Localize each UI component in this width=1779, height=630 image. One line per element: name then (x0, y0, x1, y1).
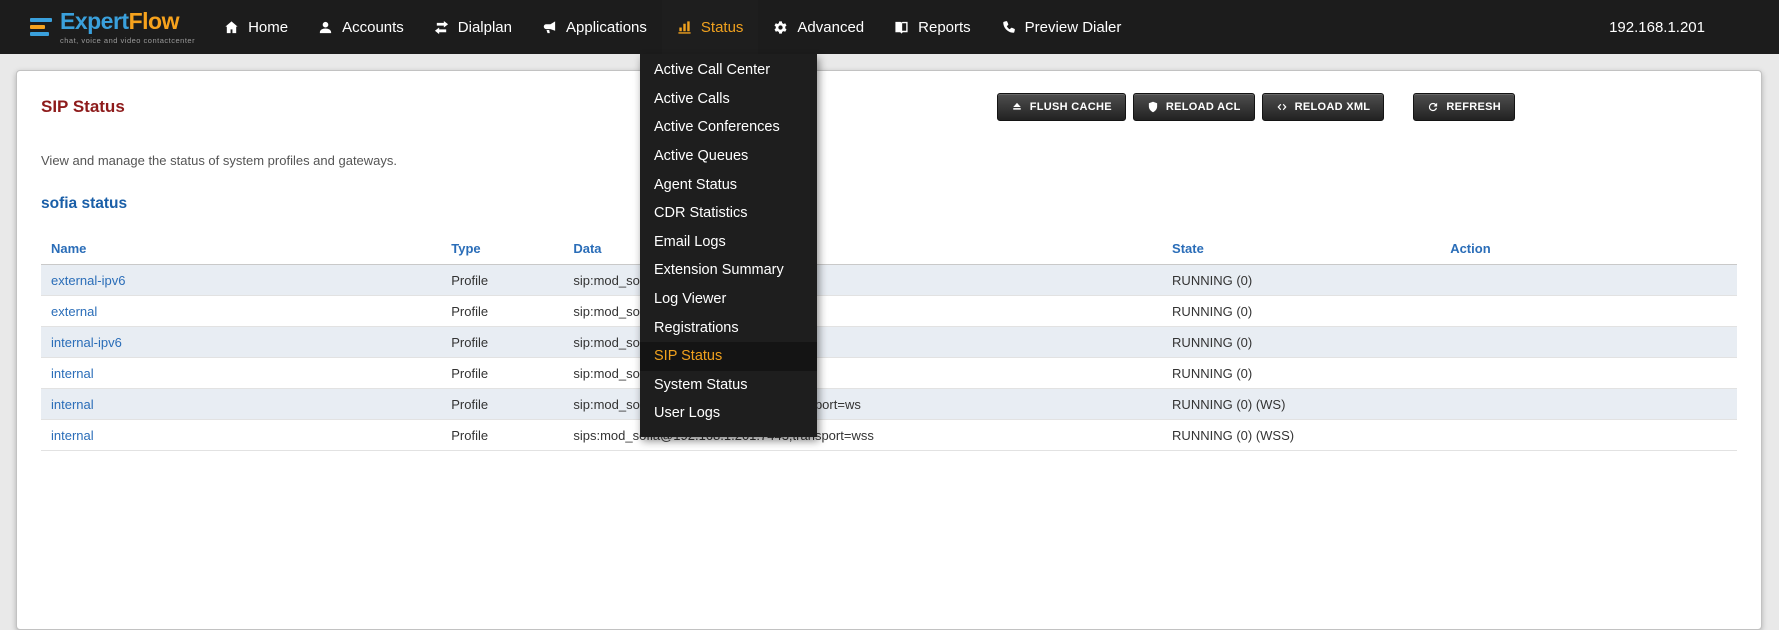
nav-item-applications[interactable]: Applications (527, 0, 662, 54)
nav-item-label: Status (701, 19, 744, 36)
state-cell: RUNNING (0) (WS) (1162, 389, 1440, 420)
profile-link[interactable]: internal (51, 428, 94, 443)
state-cell: RUNNING (0) (1162, 296, 1440, 327)
status-dropdown-menu: Active Call Center Active Calls Active C… (640, 54, 817, 437)
type-cell: Profile (441, 296, 563, 327)
menu-item-registrations[interactable]: Registrations (640, 313, 817, 342)
state-cell: RUNNING (0) (WSS) (1162, 420, 1440, 451)
flush-cache-label: FLUSH CACHE (1030, 101, 1112, 113)
nav-item-accounts[interactable]: Accounts (303, 0, 419, 54)
user-icon (318, 20, 333, 35)
menu-item-active-queues[interactable]: Active Queues (640, 142, 817, 171)
menu-item-agent-status[interactable]: Agent Status (640, 170, 817, 199)
refresh-button[interactable]: REFRESH (1413, 93, 1515, 121)
sofia-status-table: Name Type Data State Action external-ipv… (41, 233, 1737, 451)
column-header-action: Action (1440, 233, 1737, 265)
server-ip: 192.168.1.201 (1609, 19, 1705, 36)
table-row: external-ipv6 Profile sip:mod_sofia@… RU… (41, 265, 1737, 296)
menu-item-active-conferences[interactable]: Active Conferences (640, 113, 817, 142)
gear-icon (773, 20, 788, 35)
brand-name: ExpertFlow (60, 10, 195, 33)
refresh-label: REFRESH (1446, 101, 1501, 113)
table-row: internal-ipv6 Profile sip:mod_sofia@… RU… (41, 327, 1737, 358)
type-cell: Profile (441, 327, 563, 358)
nav-item-home[interactable]: Home (209, 0, 303, 54)
state-cell: RUNNING (0) (1162, 265, 1440, 296)
flush-cache-icon (1011, 101, 1023, 113)
menu-item-cdr-statistics[interactable]: CDR Statistics (640, 199, 817, 228)
type-cell: Profile (441, 389, 563, 420)
phone-icon (1001, 20, 1016, 35)
nav-item-label: Dialplan (458, 19, 512, 36)
section-title-sofia-status: sofia status (41, 195, 1737, 213)
nav-item-label: Preview Dialer (1025, 19, 1122, 36)
action-cell (1440, 420, 1737, 451)
code-icon (1276, 101, 1288, 113)
bar-chart-icon (677, 20, 692, 35)
book-icon (894, 20, 909, 35)
profile-link[interactable]: internal (51, 366, 94, 381)
brand-logo[interactable]: ExpertFlow chat, voice and video contact… (30, 10, 195, 45)
nav-item-label: Home (248, 19, 288, 36)
transfer-arrows-icon (434, 20, 449, 35)
refresh-icon (1427, 101, 1439, 113)
table-header-row: Name Type Data State Action (41, 233, 1737, 265)
table-row: internal Profile sip:mod_sofia@192.168.1… (41, 389, 1737, 420)
megaphone-icon (542, 20, 557, 35)
nav-item-preview-dialer[interactable]: Preview Dialer (986, 0, 1137, 54)
action-cell (1440, 327, 1737, 358)
flush-cache-button[interactable]: FLUSH CACHE (997, 93, 1126, 121)
action-cell (1440, 265, 1737, 296)
nav-item-label: Advanced (797, 19, 864, 36)
page-title: SIP Status (41, 97, 125, 117)
nav-item-advanced[interactable]: Advanced (758, 0, 879, 54)
action-cell (1440, 389, 1737, 420)
table-row: external Profile sip:mod_sofia@192.168.1… (41, 296, 1737, 327)
menu-item-active-calls[interactable]: Active Calls (640, 85, 817, 114)
profile-link[interactable]: internal (51, 397, 94, 412)
profile-link[interactable]: internal-ipv6 (51, 335, 122, 350)
type-cell: Profile (441, 265, 563, 296)
brand-bars-icon (30, 18, 52, 36)
page-description: View and manage the status of system pro… (41, 153, 1737, 168)
brand-tagline: chat, voice and video contactcenter (60, 36, 195, 45)
reload-acl-label: RELOAD ACL (1166, 101, 1241, 113)
column-header-state: State (1162, 233, 1440, 265)
nav-item-reports[interactable]: Reports (879, 0, 986, 54)
menu-item-user-logs[interactable]: User Logs (640, 399, 817, 428)
nav-item-dialplan[interactable]: Dialplan (419, 0, 527, 54)
menu-item-system-status[interactable]: System Status (640, 371, 817, 400)
reload-xml-label: RELOAD XML (1295, 101, 1371, 113)
action-cell (1440, 358, 1737, 389)
nav-item-label: Applications (566, 19, 647, 36)
menu-item-log-viewer[interactable]: Log Viewer (640, 285, 817, 314)
home-icon (224, 20, 239, 35)
nav-item-label: Reports (918, 19, 971, 36)
main-menu: Home Accounts Dialplan Applications Stat… (209, 0, 1136, 54)
column-header-name: Name (41, 233, 441, 265)
profile-link[interactable]: external-ipv6 (51, 273, 125, 288)
menu-item-email-logs[interactable]: Email Logs (640, 228, 817, 257)
menu-item-active-call-center[interactable]: Active Call Center (640, 56, 817, 85)
reload-acl-button[interactable]: RELOAD ACL (1133, 93, 1255, 121)
nav-item-label: Accounts (342, 19, 404, 36)
table-row: internal Profile sip:mod_sofia@… RUNNING… (41, 358, 1737, 389)
toolbar: FLUSH CACHE RELOAD ACL RELOAD XML REFRES… (997, 93, 1515, 121)
state-cell: RUNNING (0) (1162, 358, 1440, 389)
menu-item-sip-status[interactable]: SIP Status (640, 342, 817, 371)
card-header: SIP Status FLUSH CACHE RELOAD ACL RELOAD… (41, 93, 1737, 121)
menu-item-extension-summary[interactable]: Extension Summary (640, 256, 817, 285)
state-cell: RUNNING (0) (1162, 327, 1440, 358)
profile-link[interactable]: external (51, 304, 97, 319)
type-cell: Profile (441, 420, 563, 451)
reload-xml-button[interactable]: RELOAD XML (1262, 93, 1385, 121)
type-cell: Profile (441, 358, 563, 389)
shield-icon (1147, 101, 1159, 113)
content-card: SIP Status FLUSH CACHE RELOAD ACL RELOAD… (16, 70, 1762, 630)
action-cell (1440, 296, 1737, 327)
top-navbar: ExpertFlow chat, voice and video contact… (0, 0, 1779, 54)
table-row: internal Profile sips:mod_sofia@192.168.… (41, 420, 1737, 451)
column-header-type: Type (441, 233, 563, 265)
nav-item-status[interactable]: Status (662, 0, 759, 54)
